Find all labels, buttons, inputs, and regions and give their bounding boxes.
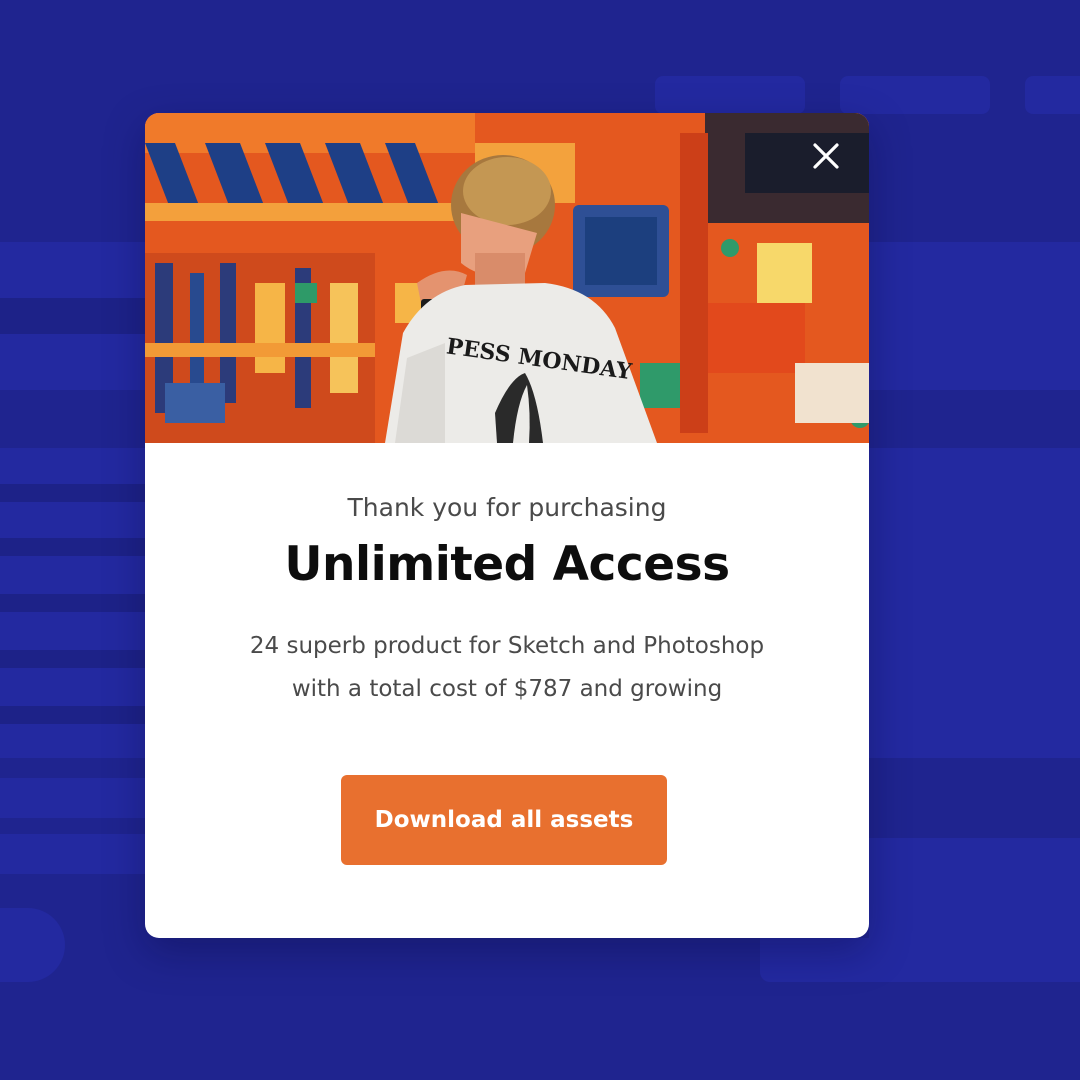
close-button[interactable]	[809, 139, 843, 173]
close-icon	[813, 143, 839, 169]
modal-description-line2: with a total cost of $787 and growing	[291, 676, 723, 702]
bg-row	[0, 484, 145, 502]
bg-row	[0, 538, 145, 556]
hero-image: PESS MONDAY	[145, 113, 869, 443]
bg-row	[0, 834, 145, 874]
purchase-modal: PESS MONDAY Thank you for purchasing Unl…	[145, 113, 869, 938]
bg-row	[0, 706, 145, 724]
bg-header-pill	[1025, 76, 1080, 114]
bg-header-pill	[655, 76, 805, 114]
bg-header-pill	[840, 76, 990, 114]
modal-title: Unlimited Access	[284, 537, 730, 592]
modal-subtitle: Thank you for purchasing	[347, 493, 667, 522]
download-all-assets-button[interactable]: Download all assets	[341, 775, 667, 865]
bg-row	[0, 594, 145, 612]
modal-description-line1: 24 superb product for Sketch and Photosh…	[249, 633, 765, 659]
bg-row	[0, 298, 145, 334]
bg-row	[0, 650, 145, 668]
bg-row	[0, 778, 145, 818]
bg-panel	[760, 938, 1080, 982]
bg-pill	[0, 908, 65, 982]
